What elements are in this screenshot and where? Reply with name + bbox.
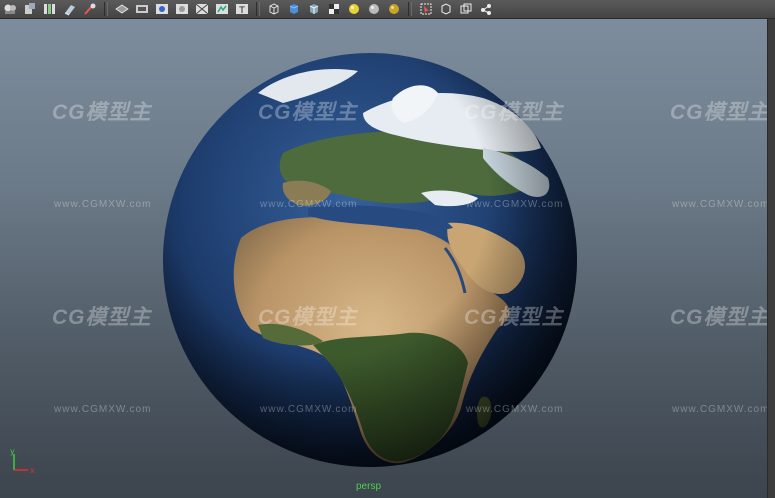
wireframe-icon[interactable] bbox=[266, 2, 282, 17]
use-all-lights-icon[interactable] bbox=[346, 2, 362, 17]
xray-components-icon[interactable] bbox=[478, 2, 494, 17]
bookmark-icon[interactable] bbox=[22, 2, 38, 17]
safe-title-icon[interactable]: T bbox=[234, 2, 250, 17]
watermark-logo: CG模型主 bbox=[464, 101, 564, 124]
smooth-shade-icon[interactable] bbox=[286, 2, 302, 17]
xray-icon[interactable] bbox=[438, 2, 454, 17]
wireframe-on-shaded-icon[interactable] bbox=[306, 2, 322, 17]
watermark-logo: CG模型主 bbox=[52, 101, 152, 124]
2d-pan-icon[interactable] bbox=[62, 2, 78, 17]
toolbar-separator bbox=[256, 2, 260, 16]
safe-action-icon[interactable] bbox=[214, 2, 230, 17]
isolate-select-icon[interactable] bbox=[418, 2, 434, 17]
watermark-logo: CG模型主 bbox=[258, 101, 358, 124]
watermark-url: www.CGMXW.com bbox=[672, 404, 768, 415]
toolbar-separator bbox=[408, 2, 412, 16]
watermark-logo: CG模型主 bbox=[670, 101, 768, 124]
watermark-url: www.CGMXW.com bbox=[260, 199, 358, 210]
watermark-url: www.CGMXW.com bbox=[672, 199, 768, 210]
svg-text:T: T bbox=[238, 6, 245, 16]
xray-joints-icon[interactable] bbox=[458, 2, 474, 17]
grid-icon[interactable] bbox=[114, 2, 130, 17]
camera-name-label: persp bbox=[356, 481, 382, 492]
axis-y-label: y bbox=[10, 447, 15, 456]
watermark-url: www.CGMXW.com bbox=[466, 404, 564, 415]
gate-mask-icon[interactable] bbox=[174, 2, 190, 17]
ambient-occlusion-icon[interactable] bbox=[386, 2, 402, 17]
watermark-url: www.CGMXW.com bbox=[54, 404, 152, 415]
panel-toolbar: T bbox=[0, 0, 775, 19]
film-gate-icon[interactable] bbox=[134, 2, 150, 17]
grease-pencil-icon[interactable] bbox=[82, 2, 98, 17]
watermark-logo: CG模型主 bbox=[258, 306, 358, 329]
camera-attributes-icon[interactable] bbox=[2, 2, 18, 17]
resolution-gate-icon[interactable] bbox=[154, 2, 170, 17]
watermark-url: www.CGMXW.com bbox=[466, 199, 564, 210]
watermark-logo: CG模型主 bbox=[670, 306, 768, 329]
watermark-url: www.CGMXW.com bbox=[54, 199, 152, 210]
image-plane-icon[interactable] bbox=[42, 2, 58, 17]
field-chart-icon[interactable] bbox=[194, 2, 210, 17]
viewport-scrollbar[interactable] bbox=[767, 19, 775, 498]
watermark-logo: CG模型主 bbox=[464, 306, 564, 329]
textured-icon[interactable] bbox=[326, 2, 342, 17]
watermark-url: www.CGMXW.com bbox=[260, 404, 358, 415]
perspective-viewport[interactable]: CG模型主 CG模型主 CG模型主 CG模型主 www.CGMXW.com ww… bbox=[0, 19, 768, 498]
maya-viewport-window: T CG模型主 CG模型主 CG模型主 CG模型主 www.CGMXW.com … bbox=[0, 0, 775, 498]
watermark-logo: CG模型主 bbox=[52, 306, 152, 329]
view-axis-gizmo: y x bbox=[10, 447, 35, 475]
shadows-icon[interactable] bbox=[366, 2, 382, 17]
toolbar-separator bbox=[104, 2, 108, 16]
axis-x-label: x bbox=[30, 466, 35, 475]
